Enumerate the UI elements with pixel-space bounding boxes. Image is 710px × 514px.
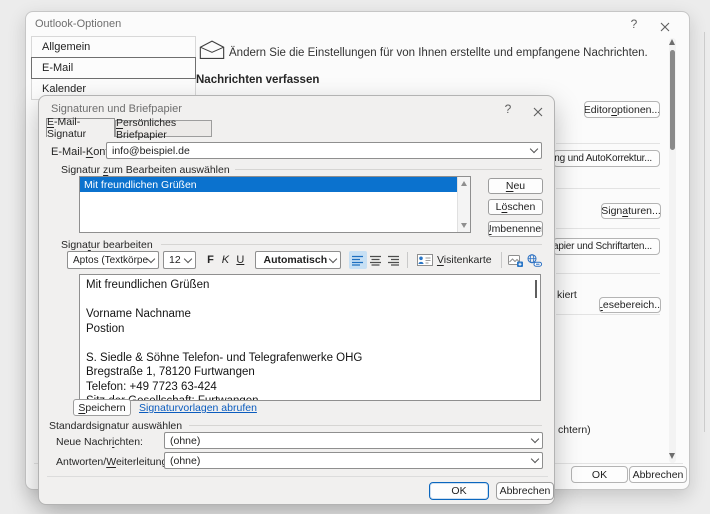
signature-editor[interactable]: Mit freundlichen Grüßen Vorname Nachname… bbox=[79, 274, 541, 401]
hyperlink-globe-icon bbox=[526, 254, 542, 267]
underline-button[interactable]: U bbox=[233, 251, 248, 269]
chevron-down-icon bbox=[531, 435, 539, 443]
align-center-icon bbox=[369, 255, 382, 266]
new-messages-combobox[interactable]: (ohne) bbox=[164, 432, 543, 449]
sidebar-item-allgemein[interactable]: Allgemein bbox=[31, 36, 196, 58]
editor-scrollbar-thumb[interactable] bbox=[535, 280, 537, 298]
background-text-fragment: kiert bbox=[557, 289, 577, 301]
sidebar-item-label: E-Mail bbox=[42, 62, 73, 74]
envelope-icon bbox=[198, 39, 228, 63]
insert-picture-button[interactable] bbox=[507, 251, 525, 269]
group-line bbox=[235, 169, 542, 170]
sidebar-item-label: Kalender bbox=[42, 83, 86, 95]
align-left-button[interactable] bbox=[349, 251, 367, 269]
select-signature-group-label: Signatur zum Bearbeiten auswählen bbox=[61, 164, 230, 176]
replies-forwards-combobox[interactable]: (ohne) bbox=[164, 452, 543, 469]
scroll-up-icon[interactable] bbox=[669, 39, 675, 45]
help-icon[interactable]: ? bbox=[502, 102, 514, 116]
divider bbox=[556, 188, 660, 189]
help-icon[interactable]: ? bbox=[626, 17, 642, 31]
scroll-up-icon[interactable] bbox=[461, 181, 467, 186]
signature-listbox[interactable]: Mit freundlichen Grüßen bbox=[79, 176, 471, 233]
delete-signature-button[interactable]: Löschen bbox=[488, 199, 543, 215]
toolbar-separator bbox=[501, 252, 502, 268]
sidebar-item-email[interactable]: E-Mail bbox=[31, 57, 196, 79]
bold-button[interactable]: F bbox=[203, 251, 218, 269]
tab-label: E-Mail-Signatur bbox=[47, 116, 114, 140]
divider bbox=[556, 228, 660, 229]
scroll-down-icon[interactable] bbox=[461, 223, 467, 228]
chevron-down-icon bbox=[329, 254, 337, 262]
divider bbox=[556, 143, 660, 144]
toolbar-separator bbox=[407, 252, 408, 268]
list-scrollbar[interactable] bbox=[457, 177, 470, 232]
section-heading: Nachrichten verfassen bbox=[196, 74, 319, 86]
signature-templates-link[interactable]: Signaturvorlagen abrufen bbox=[139, 402, 257, 414]
business-card-icon bbox=[417, 254, 433, 266]
signature-text: Mit freundlichen Grüßen Vorname Nachname… bbox=[80, 275, 540, 401]
reading-pane-button[interactable]: Lesebereich... bbox=[599, 297, 661, 313]
screen: Outlook-Optionen ? Allgemein E-Mail Kale… bbox=[0, 0, 710, 514]
email-account-value: info@beispiel.de bbox=[112, 145, 531, 157]
business-card-label: Visitenkarte bbox=[437, 254, 492, 266]
outer-dialog-title: Outlook-Optionen bbox=[35, 18, 121, 30]
font-size-combobox[interactable]: 12 bbox=[163, 251, 196, 269]
chevron-down-icon bbox=[147, 254, 155, 262]
signatures-dialog: Signaturen und Briefpapier ? E-Mail-Sign… bbox=[38, 95, 555, 505]
align-left-icon bbox=[351, 255, 364, 266]
save-button[interactable]: Speichern bbox=[73, 399, 131, 416]
rename-signature-button[interactable]: Umbenennen bbox=[488, 221, 543, 237]
dialog-title: Signaturen und Briefpapier bbox=[51, 103, 182, 115]
new-messages-value: (ohne) bbox=[170, 435, 532, 447]
group-line bbox=[161, 244, 542, 245]
email-account-combobox[interactable]: info@beispiel.de bbox=[106, 142, 542, 159]
chevron-down-icon bbox=[530, 145, 538, 153]
signatures-button[interactable]: Signaturen... bbox=[601, 203, 661, 219]
italic-button[interactable]: K bbox=[218, 251, 233, 269]
insert-picture-icon bbox=[508, 254, 523, 267]
background-window-edge bbox=[704, 32, 705, 432]
new-signature-button[interactable]: Neu bbox=[488, 178, 543, 194]
cancel-button[interactable]: Abbrechen bbox=[496, 482, 554, 500]
align-center-button[interactable] bbox=[367, 251, 385, 269]
scroll-down-icon[interactable] bbox=[669, 453, 675, 459]
insert-hyperlink-button[interactable] bbox=[524, 251, 543, 269]
new-messages-label: Neue Nachrichten: bbox=[56, 436, 143, 448]
sidebar-item-label: Allgemein bbox=[42, 41, 90, 53]
stationery-fonts-button[interactable]: fpapier und Schriftarten... bbox=[553, 238, 660, 255]
tab-email-signature[interactable]: E-Mail-Signatur bbox=[46, 118, 115, 137]
ok-button[interactable]: OK bbox=[571, 466, 628, 483]
spelling-autocorrect-button[interactable]: ung und AutoKorrektur... bbox=[553, 150, 660, 167]
font-color-value: Automatisch bbox=[261, 254, 330, 266]
background-text-fragment: chtern) bbox=[558, 424, 591, 436]
divider bbox=[556, 273, 660, 274]
email-settings-intro: Ändern Sie die Einstellungen für von Ihn… bbox=[229, 47, 648, 59]
font-family-combobox[interactable]: Aptos (Textkörper) bbox=[67, 251, 159, 269]
signature-name: Mit freundlichen Grüßen bbox=[84, 179, 197, 191]
cancel-button[interactable]: Abbrechen bbox=[629, 466, 687, 483]
business-card-button[interactable]: Visitenkarte bbox=[413, 251, 496, 269]
font-color-combobox[interactable]: Automatisch bbox=[255, 251, 341, 269]
close-icon[interactable] bbox=[660, 19, 674, 31]
divider bbox=[47, 476, 548, 477]
align-right-button[interactable] bbox=[384, 251, 402, 269]
editor-options-button[interactable]: Editoroptionen... bbox=[584, 101, 660, 118]
chevron-down-icon bbox=[531, 455, 539, 463]
ok-button[interactable]: OK bbox=[429, 482, 489, 500]
group-line bbox=[189, 425, 542, 426]
signature-list-item-selected[interactable]: Mit freundlichen Grüßen bbox=[80, 177, 457, 192]
scrollbar-thumb[interactable] bbox=[670, 50, 675, 150]
font-size-value: 12 bbox=[169, 254, 185, 266]
default-signature-group-label: Standardsignatur auswählen bbox=[49, 420, 182, 432]
chevron-down-icon bbox=[184, 254, 192, 262]
divider bbox=[556, 314, 660, 315]
replies-forwards-value: (ohne) bbox=[170, 455, 532, 467]
tab-label: Persönliches Briefpapier bbox=[116, 117, 211, 141]
align-right-icon bbox=[387, 255, 400, 266]
close-icon[interactable] bbox=[533, 104, 547, 116]
font-family-value: Aptos (Textkörper) bbox=[73, 255, 148, 266]
tab-personal-stationery[interactable]: Persönliches Briefpapier bbox=[115, 120, 212, 137]
